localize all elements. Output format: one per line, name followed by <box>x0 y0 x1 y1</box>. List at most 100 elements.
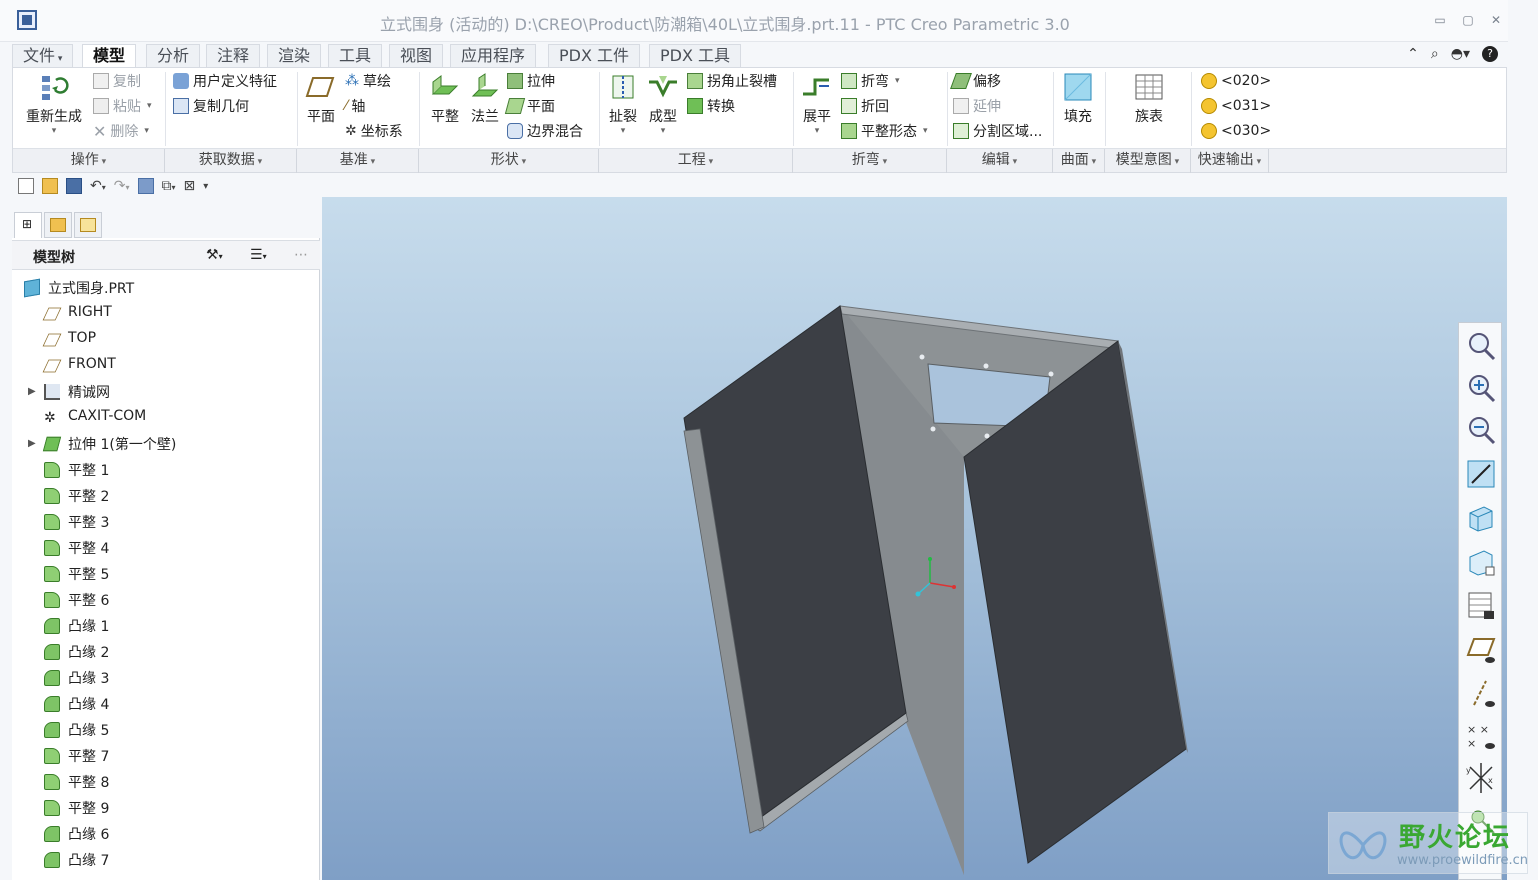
app-icon[interactable] <box>17 10 37 30</box>
tree-item[interactable]: 平整 6 <box>12 588 312 612</box>
group-operations[interactable]: 操作 <box>13 149 165 173</box>
user-defined-feature-button[interactable]: 用户定义特征 <box>173 70 277 92</box>
tree-item[interactable]: 平整 8 <box>12 770 312 794</box>
tree-item[interactable]: 平整 4 <box>12 536 312 560</box>
copy-geometry-button[interactable]: 复制几何 <box>173 95 249 117</box>
extrude-button[interactable]: 拉伸 <box>507 70 555 92</box>
windows-icon[interactable]: ⧉▾ <box>162 178 176 194</box>
tree-item[interactable]: 凸缘 5 <box>12 718 312 742</box>
group-shapes[interactable]: 形状 <box>419 149 599 173</box>
tree-item[interactable]: ▶ 拉伸 1(第一个壁) <box>12 432 312 456</box>
customize-icon[interactable]: ▾ <box>203 181 208 192</box>
bend-back-button[interactable]: 折回 <box>841 95 889 117</box>
graphics-viewport[interactable] <box>322 197 1507 880</box>
tree-item[interactable]: 平整 5 <box>12 562 312 586</box>
zoom-in-icon[interactable] <box>1464 371 1498 405</box>
point-display-icon[interactable]: × × × <box>1464 719 1498 753</box>
save-icon[interactable] <box>66 178 82 194</box>
tree-item[interactable]: 平整 1 <box>12 458 312 482</box>
flange-button[interactable]: 法兰 <box>465 72 505 126</box>
tree-columns-icon[interactable]: ☰▾ <box>250 247 267 263</box>
tab-favorites[interactable] <box>74 212 102 238</box>
group-editing[interactable]: 编辑 <box>947 149 1053 173</box>
tab-analysis[interactable]: 分析 <box>146 44 201 68</box>
csys-button[interactable]: ✲ 坐标系 <box>345 120 403 142</box>
tree-item[interactable]: 凸缘 6 <box>12 822 312 846</box>
plane-button[interactable]: 平面 <box>301 72 341 126</box>
refit-icon[interactable] <box>1464 329 1498 363</box>
unbend-button[interactable]: 展平 ▾ <box>797 72 837 136</box>
quick-output-031-button[interactable]: <031> <box>1201 95 1271 117</box>
tree-item[interactable]: 平整 7 <box>12 744 312 768</box>
tree-item[interactable]: RIGHT <box>12 302 312 326</box>
tree-item[interactable]: 凸缘 3 <box>12 666 312 690</box>
copy-button[interactable]: 复制 <box>93 70 141 92</box>
sheetmetal-model[interactable] <box>322 197 1507 880</box>
tree-item[interactable]: 凸缘 7 <box>12 848 312 872</box>
tab-folder-browser[interactable] <box>44 212 72 238</box>
tab-model-tree[interactable]: ⊞ <box>14 212 42 238</box>
tab-pdx-part[interactable]: PDX 工件 <box>548 44 641 68</box>
axis-button[interactable]: ⁄ 轴 <box>345 95 365 117</box>
regenerate-button[interactable]: 重新生成 ▾ <box>19 72 89 136</box>
close-button[interactable]: ✕ <box>1488 12 1504 28</box>
tree-root[interactable]: 立式围身.PRT <box>12 276 312 300</box>
tree-item[interactable]: 凸缘 4 <box>12 692 312 716</box>
redo-icon[interactable]: ↷▾ <box>114 178 130 194</box>
tab-pdx-tools[interactable]: PDX 工具 <box>649 44 742 68</box>
view-manager-icon[interactable] <box>1464 589 1498 623</box>
group-bends[interactable]: 折弯 <box>793 149 947 173</box>
display-style-icon[interactable] <box>1464 501 1498 535</box>
group-get-data[interactable]: 获取数据 <box>165 149 297 173</box>
paste-button[interactable]: 粘贴 ▾ <box>93 95 152 117</box>
delete-button[interactable]: ✕ 删除 ▾ <box>93 120 149 142</box>
search-icon[interactable]: ⌕ <box>1431 42 1439 66</box>
group-model-intent[interactable]: 模型意图 <box>1105 149 1191 173</box>
expand-arrow-icon[interactable]: ▶ <box>28 438 36 449</box>
group-surfaces[interactable]: 曲面 <box>1053 149 1105 173</box>
family-table-button[interactable]: 族表 <box>1111 72 1187 126</box>
convert-button[interactable]: 转换 <box>687 95 735 117</box>
boundary-blend-button[interactable]: 边界混合 <box>507 120 583 142</box>
tree-settings-icon[interactable]: ⚒▾ <box>206 247 223 263</box>
tree-filter-icon[interactable]: ⋯ <box>294 247 308 263</box>
minimize-button[interactable]: ▭ <box>1432 12 1448 28</box>
new-icon[interactable] <box>18 178 34 194</box>
zoom-out-icon[interactable] <box>1464 413 1498 447</box>
user-icon[interactable]: ◓▾ <box>1451 42 1470 66</box>
tree-item[interactable]: 平整 2 <box>12 484 312 508</box>
group-engineering[interactable]: 工程 <box>599 149 793 173</box>
split-area-button[interactable]: 分割区域... <box>953 120 1042 142</box>
tab-applications[interactable]: 应用程序 <box>450 44 537 68</box>
form-button[interactable]: 成型 ▾ <box>643 72 683 136</box>
tab-annotate[interactable]: 注释 <box>206 44 261 68</box>
close-window-icon[interactable]: ⊠ <box>184 178 196 194</box>
sketch-button[interactable]: ⁂ 草绘 <box>345 70 391 92</box>
regenerate-icon[interactable] <box>137 178 154 194</box>
expand-arrow-icon[interactable]: ▶ <box>28 386 36 397</box>
flat-state-button[interactable]: 平整形态 ▾ <box>841 120 928 142</box>
undo-icon[interactable]: ↶▾ <box>90 178 106 194</box>
tab-render[interactable]: 渲染 <box>267 44 322 68</box>
help-icon[interactable]: ? <box>1482 46 1498 62</box>
repaint-icon[interactable] <box>1464 457 1498 491</box>
tab-tools[interactable]: 工具 <box>328 44 383 68</box>
fill-button[interactable]: 填充 <box>1057 72 1099 126</box>
corner-relief-button[interactable]: 拐角止裂槽 <box>687 70 777 92</box>
tree-item[interactable]: 平整 9 <box>12 796 312 820</box>
rip-button[interactable]: 扯裂 ▾ <box>603 72 643 136</box>
restore-button[interactable]: ▢ <box>1460 12 1476 28</box>
tree-item[interactable]: 凸缘 1 <box>12 614 312 638</box>
open-icon[interactable] <box>42 178 58 194</box>
tab-view[interactable]: 视图 <box>389 44 444 68</box>
tree-item[interactable]: ✲ CAXIT-COM <box>12 406 312 430</box>
bend-button[interactable]: 折弯 ▾ <box>841 70 900 92</box>
tab-file[interactable]: 文件 ▾ <box>12 44 74 68</box>
offset-button[interactable]: 偏移 <box>950 70 1001 92</box>
flat-button[interactable]: 平整 <box>425 72 465 126</box>
plane-display-icon[interactable] <box>1464 633 1498 667</box>
chevron-up-icon[interactable]: ⌃ <box>1407 42 1419 66</box>
csys-display-icon[interactable]: yx <box>1464 761 1498 795</box>
extend-button[interactable]: 延伸 <box>953 95 1001 117</box>
tree-item[interactable]: 凸缘 2 <box>12 640 312 664</box>
